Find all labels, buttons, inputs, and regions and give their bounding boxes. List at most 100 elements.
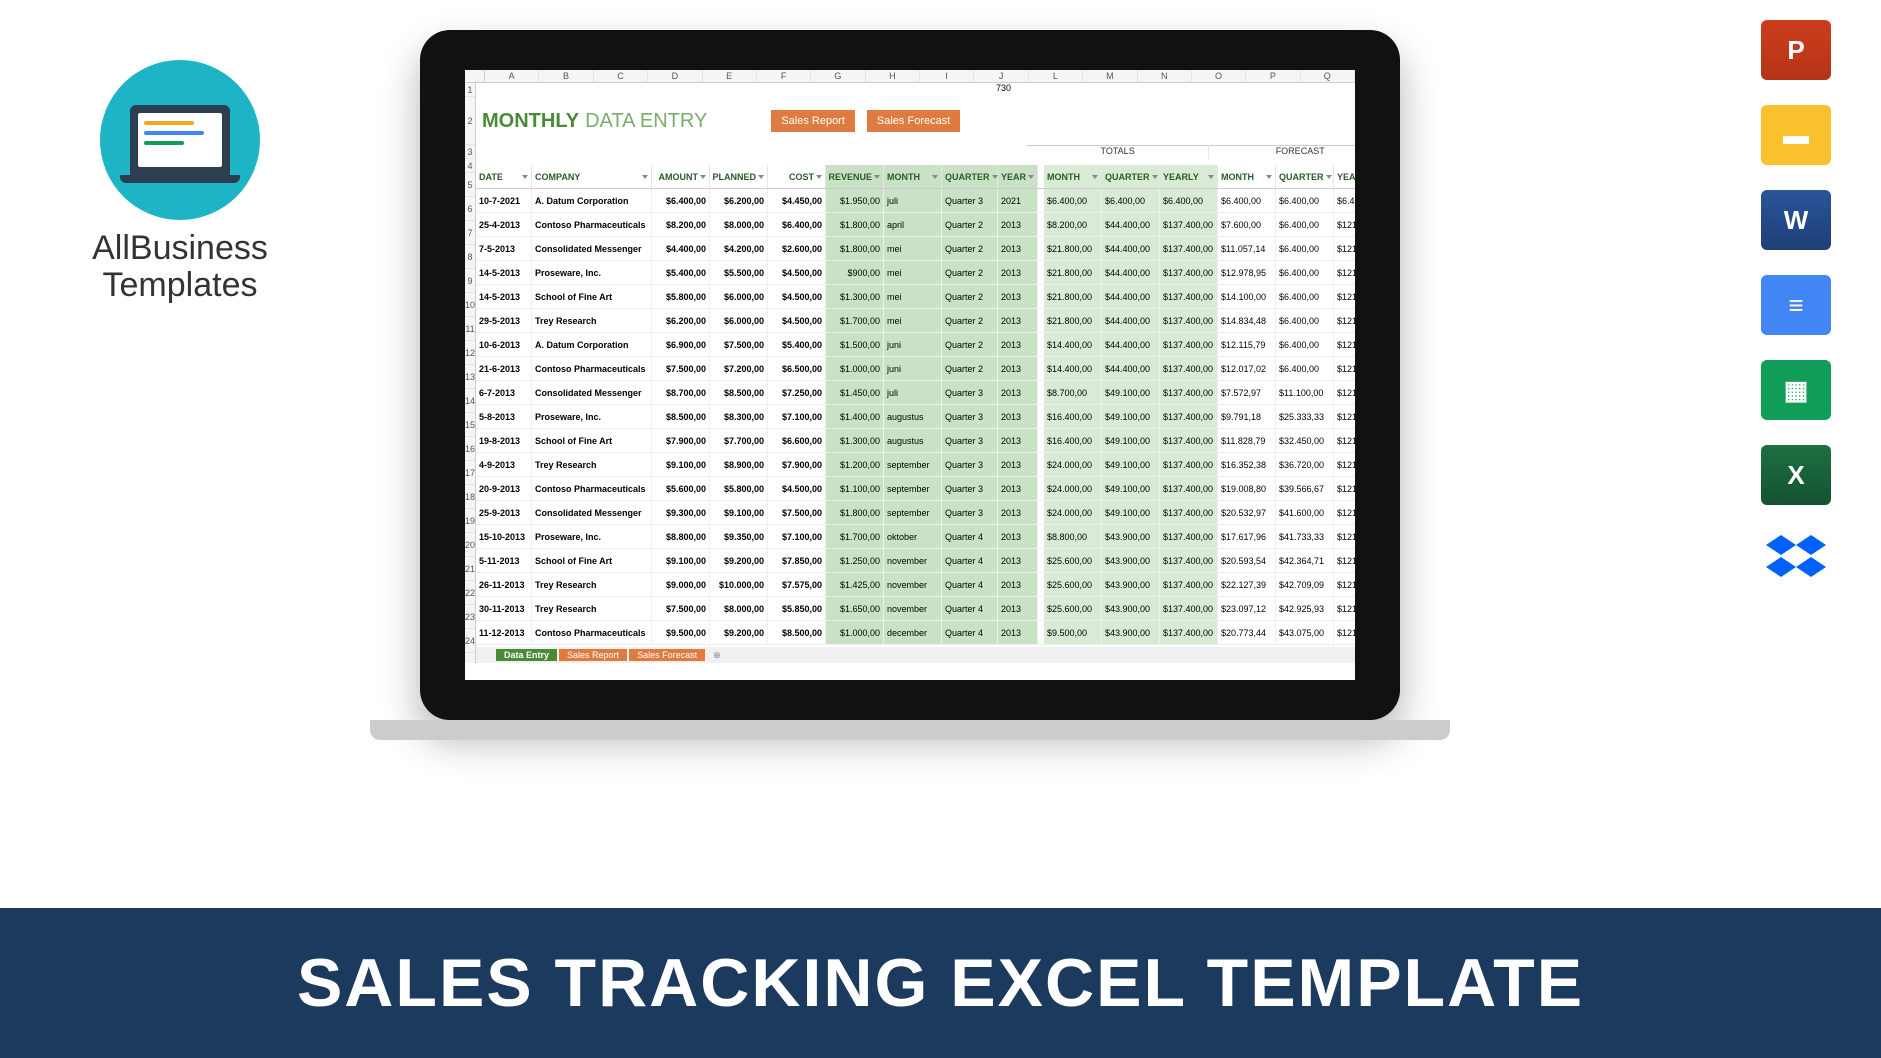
cell-totals-month[interactable]: $21.800,00 bbox=[1044, 237, 1102, 260]
row-number[interactable]: 11 bbox=[465, 317, 475, 341]
cell-year[interactable]: 2013 bbox=[998, 429, 1038, 452]
cell-cost[interactable]: $6.600,00 bbox=[768, 429, 826, 452]
cell-totals-quarter[interactable]: $49.100,00 bbox=[1102, 453, 1160, 476]
row-number[interactable]: 16 bbox=[465, 437, 475, 461]
cell-company[interactable]: Contoso Pharmaceuticals bbox=[532, 621, 652, 644]
tab-data-entry[interactable]: Data Entry bbox=[496, 649, 557, 661]
cell-revenue[interactable]: $1.700,00 bbox=[826, 309, 884, 332]
header-cost[interactable]: COST bbox=[768, 165, 826, 188]
cell-forecast-quarter[interactable]: $25.333,33 bbox=[1276, 405, 1334, 428]
cell-totals-month[interactable]: $6.400,00 bbox=[1044, 189, 1102, 212]
cell-forecast-month[interactable]: $12.017,02 bbox=[1218, 357, 1276, 380]
cell-quarter[interactable]: Quarter 2 bbox=[942, 285, 998, 308]
cell-amount[interactable]: $7.500,00 bbox=[652, 357, 710, 380]
cell-totals-yearly[interactable]: $137.400,00 bbox=[1160, 309, 1218, 332]
cell-forecast-month[interactable]: $20.593,54 bbox=[1218, 549, 1276, 572]
row-number[interactable]: 8 bbox=[465, 245, 475, 269]
cell-forecast-quarter[interactable]: $6.400,00 bbox=[1276, 237, 1334, 260]
cell-cost[interactable]: $2.600,00 bbox=[768, 237, 826, 260]
cell-amount[interactable]: $7.900,00 bbox=[652, 429, 710, 452]
cell-revenue[interactable]: $1.700,00 bbox=[826, 525, 884, 548]
cell-date[interactable]: 14-5-2013 bbox=[476, 261, 532, 284]
cell-cost[interactable]: $6.500,00 bbox=[768, 357, 826, 380]
cell-cost[interactable]: $4.500,00 bbox=[768, 477, 826, 500]
cell-revenue[interactable]: $1.200,00 bbox=[826, 453, 884, 476]
header-totals-yearly[interactable]: YEARLY bbox=[1160, 165, 1218, 188]
cell-planned[interactable]: $4.200,00 bbox=[710, 237, 768, 260]
cell-forecast-quarter[interactable]: $39.566,67 bbox=[1276, 477, 1334, 500]
row-number[interactable]: 10 bbox=[465, 293, 475, 317]
cell-revenue[interactable]: $1.500,00 bbox=[826, 333, 884, 356]
column-letter[interactable]: O bbox=[1192, 70, 1246, 82]
cell-date[interactable]: 6-7-2013 bbox=[476, 381, 532, 404]
cell-forecast-year[interactable]: $121.025,00 bbox=[1334, 501, 1355, 524]
cell-forecast-month[interactable]: $17.617,96 bbox=[1218, 525, 1276, 548]
cell-company[interactable]: Trey Research bbox=[532, 597, 652, 620]
cell-amount[interactable]: $8.800,00 bbox=[652, 525, 710, 548]
cell-totals-month[interactable]: $24.000,00 bbox=[1044, 453, 1102, 476]
cell-year[interactable]: 2013 bbox=[998, 381, 1038, 404]
cell-revenue[interactable]: $1.800,00 bbox=[826, 501, 884, 524]
cell-totals-month[interactable]: $9.500,00 bbox=[1044, 621, 1102, 644]
row-number[interactable]: 20 bbox=[465, 533, 475, 557]
cell-forecast-month[interactable]: $16.352,38 bbox=[1218, 453, 1276, 476]
header-year[interactable]: YEAR bbox=[998, 165, 1038, 188]
cell-amount[interactable]: $7.500,00 bbox=[652, 597, 710, 620]
cell-company[interactable]: Proseware, Inc. bbox=[532, 405, 652, 428]
cell-revenue[interactable]: $1.650,00 bbox=[826, 597, 884, 620]
cell-forecast-quarter[interactable]: $6.400,00 bbox=[1276, 189, 1334, 212]
cell-forecast-year[interactable]: $121.025,00 bbox=[1334, 405, 1355, 428]
cell-planned[interactable]: $9.200,00 bbox=[710, 621, 768, 644]
cell-totals-month[interactable]: $8.700,00 bbox=[1044, 381, 1102, 404]
cell-forecast-year[interactable]: $121.025,00 bbox=[1334, 237, 1355, 260]
cell-forecast-month[interactable]: $12.115,79 bbox=[1218, 333, 1276, 356]
cell-company[interactable]: Trey Research bbox=[532, 453, 652, 476]
row-number[interactable]: 18 bbox=[465, 485, 475, 509]
cell-forecast-month[interactable]: $19.008,80 bbox=[1218, 477, 1276, 500]
cell-totals-month[interactable]: $25.600,00 bbox=[1044, 573, 1102, 596]
cell-totals-month[interactable]: $21.800,00 bbox=[1044, 309, 1102, 332]
cell-totals-quarter[interactable]: $43.900,00 bbox=[1102, 525, 1160, 548]
cell-revenue[interactable]: $900,00 bbox=[826, 261, 884, 284]
cell-forecast-month[interactable]: $20.532,97 bbox=[1218, 501, 1276, 524]
table-row[interactable]: 25-4-2013Contoso Pharmaceuticals$8.200,0… bbox=[476, 213, 1355, 237]
table-row[interactable]: 14-5-2013School of Fine Art$5.800,00$6.0… bbox=[476, 285, 1355, 309]
cell-month[interactable]: december bbox=[884, 621, 942, 644]
cell-forecast-year[interactable]: $121.025,00 bbox=[1334, 357, 1355, 380]
row-number[interactable]: 19 bbox=[465, 509, 475, 533]
cell-year[interactable]: 2021 bbox=[998, 189, 1038, 212]
cell-date[interactable]: 14-5-2013 bbox=[476, 285, 532, 308]
cell-amount[interactable]: $5.800,00 bbox=[652, 285, 710, 308]
table-row[interactable]: 4-9-2013Trey Research$9.100,00$8.900,00$… bbox=[476, 453, 1355, 477]
cell-forecast-year[interactable]: $121.025,00 bbox=[1334, 477, 1355, 500]
row-number[interactable]: 5 bbox=[465, 173, 475, 197]
tab-sales-forecast[interactable]: Sales Forecast bbox=[629, 649, 705, 661]
chevron-down-icon[interactable] bbox=[1326, 175, 1332, 179]
cell-totals-yearly[interactable]: $137.400,00 bbox=[1160, 597, 1218, 620]
cell-totals-month[interactable]: $21.800,00 bbox=[1044, 285, 1102, 308]
cell-forecast-month[interactable]: $11.057,14 bbox=[1218, 237, 1276, 260]
tab-sales-report[interactable]: Sales Report bbox=[559, 649, 627, 661]
cell-planned[interactable]: $5.800,00 bbox=[710, 477, 768, 500]
chevron-down-icon[interactable] bbox=[1092, 175, 1098, 179]
cell-date[interactable]: 21-6-2013 bbox=[476, 357, 532, 380]
cell-totals-yearly[interactable]: $137.400,00 bbox=[1160, 285, 1218, 308]
cell-forecast-year[interactable]: $121.025,00 bbox=[1334, 453, 1355, 476]
row-number[interactable]: 14 bbox=[465, 389, 475, 413]
cell-cost[interactable]: $7.850,00 bbox=[768, 549, 826, 572]
add-sheet-button[interactable]: ⊕ bbox=[707, 650, 727, 661]
cell-cost[interactable]: $4.500,00 bbox=[768, 285, 826, 308]
cell-forecast-month[interactable]: $9.791,18 bbox=[1218, 405, 1276, 428]
table-row[interactable]: 26-11-2013Trey Research$9.000,00$10.000,… bbox=[476, 573, 1355, 597]
cell-forecast-month[interactable]: $23.097,12 bbox=[1218, 597, 1276, 620]
column-letter[interactable]: B bbox=[539, 70, 593, 82]
table-row[interactable]: 29-5-2013Trey Research$6.200,00$6.000,00… bbox=[476, 309, 1355, 333]
cell-cost[interactable]: $7.100,00 bbox=[768, 405, 826, 428]
row-number[interactable]: 21 bbox=[465, 557, 475, 581]
cell-forecast-quarter[interactable]: $42.709,09 bbox=[1276, 573, 1334, 596]
cell-totals-month[interactable]: $25.600,00 bbox=[1044, 549, 1102, 572]
column-letter[interactable]: E bbox=[703, 70, 757, 82]
cell-month[interactable]: juni bbox=[884, 333, 942, 356]
cell-forecast-year[interactable]: $121.025,00 bbox=[1334, 213, 1355, 236]
cell-forecast-quarter[interactable]: $42.364,71 bbox=[1276, 549, 1334, 572]
